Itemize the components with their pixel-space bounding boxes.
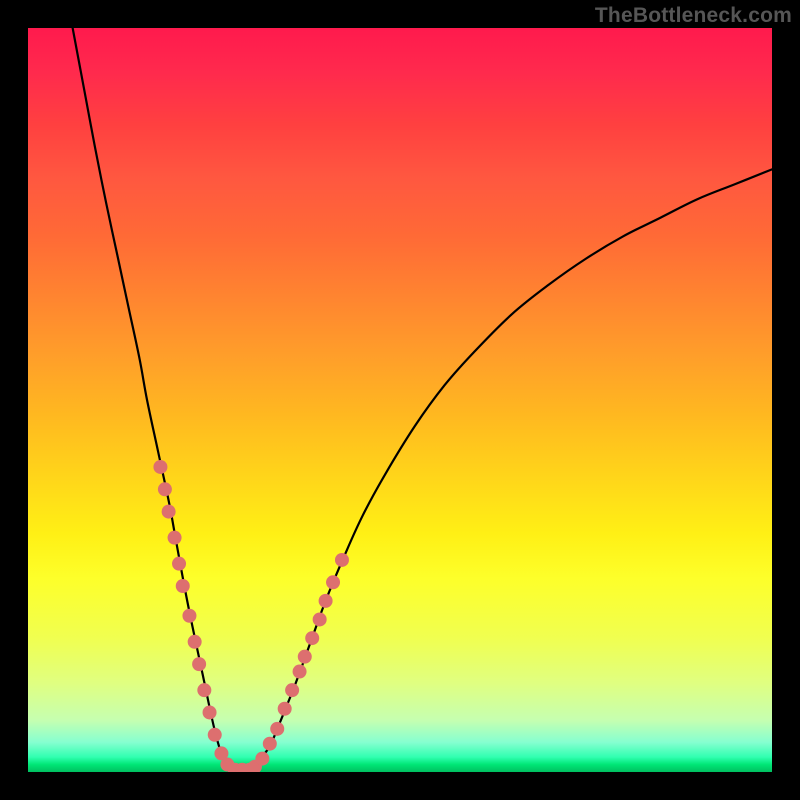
- data-point: [158, 482, 172, 496]
- data-point: [168, 531, 182, 545]
- data-point: [319, 594, 333, 608]
- data-point: [285, 683, 299, 697]
- data-point: [313, 612, 327, 626]
- bottleneck-curve: [73, 28, 772, 770]
- data-point: [270, 722, 284, 736]
- plot-area: [28, 28, 772, 772]
- data-point: [263, 737, 277, 751]
- data-point: [153, 460, 167, 474]
- data-point: [335, 553, 349, 567]
- data-point: [278, 702, 292, 716]
- watermark-text: TheBottleneck.com: [595, 4, 792, 28]
- data-point: [298, 650, 312, 664]
- data-point: [172, 557, 186, 571]
- data-point: [326, 575, 340, 589]
- data-point: [188, 635, 202, 649]
- data-point: [293, 665, 307, 679]
- data-point: [197, 683, 211, 697]
- chart-frame: TheBottleneck.com: [0, 0, 800, 800]
- data-point: [176, 579, 190, 593]
- data-point: [182, 609, 196, 623]
- data-point: [162, 505, 176, 519]
- chart-svg: [28, 28, 772, 772]
- data-point: [305, 631, 319, 645]
- data-point: [192, 657, 206, 671]
- data-points: [153, 460, 349, 772]
- data-point: [203, 705, 217, 719]
- data-point: [255, 752, 269, 766]
- data-point: [208, 728, 222, 742]
